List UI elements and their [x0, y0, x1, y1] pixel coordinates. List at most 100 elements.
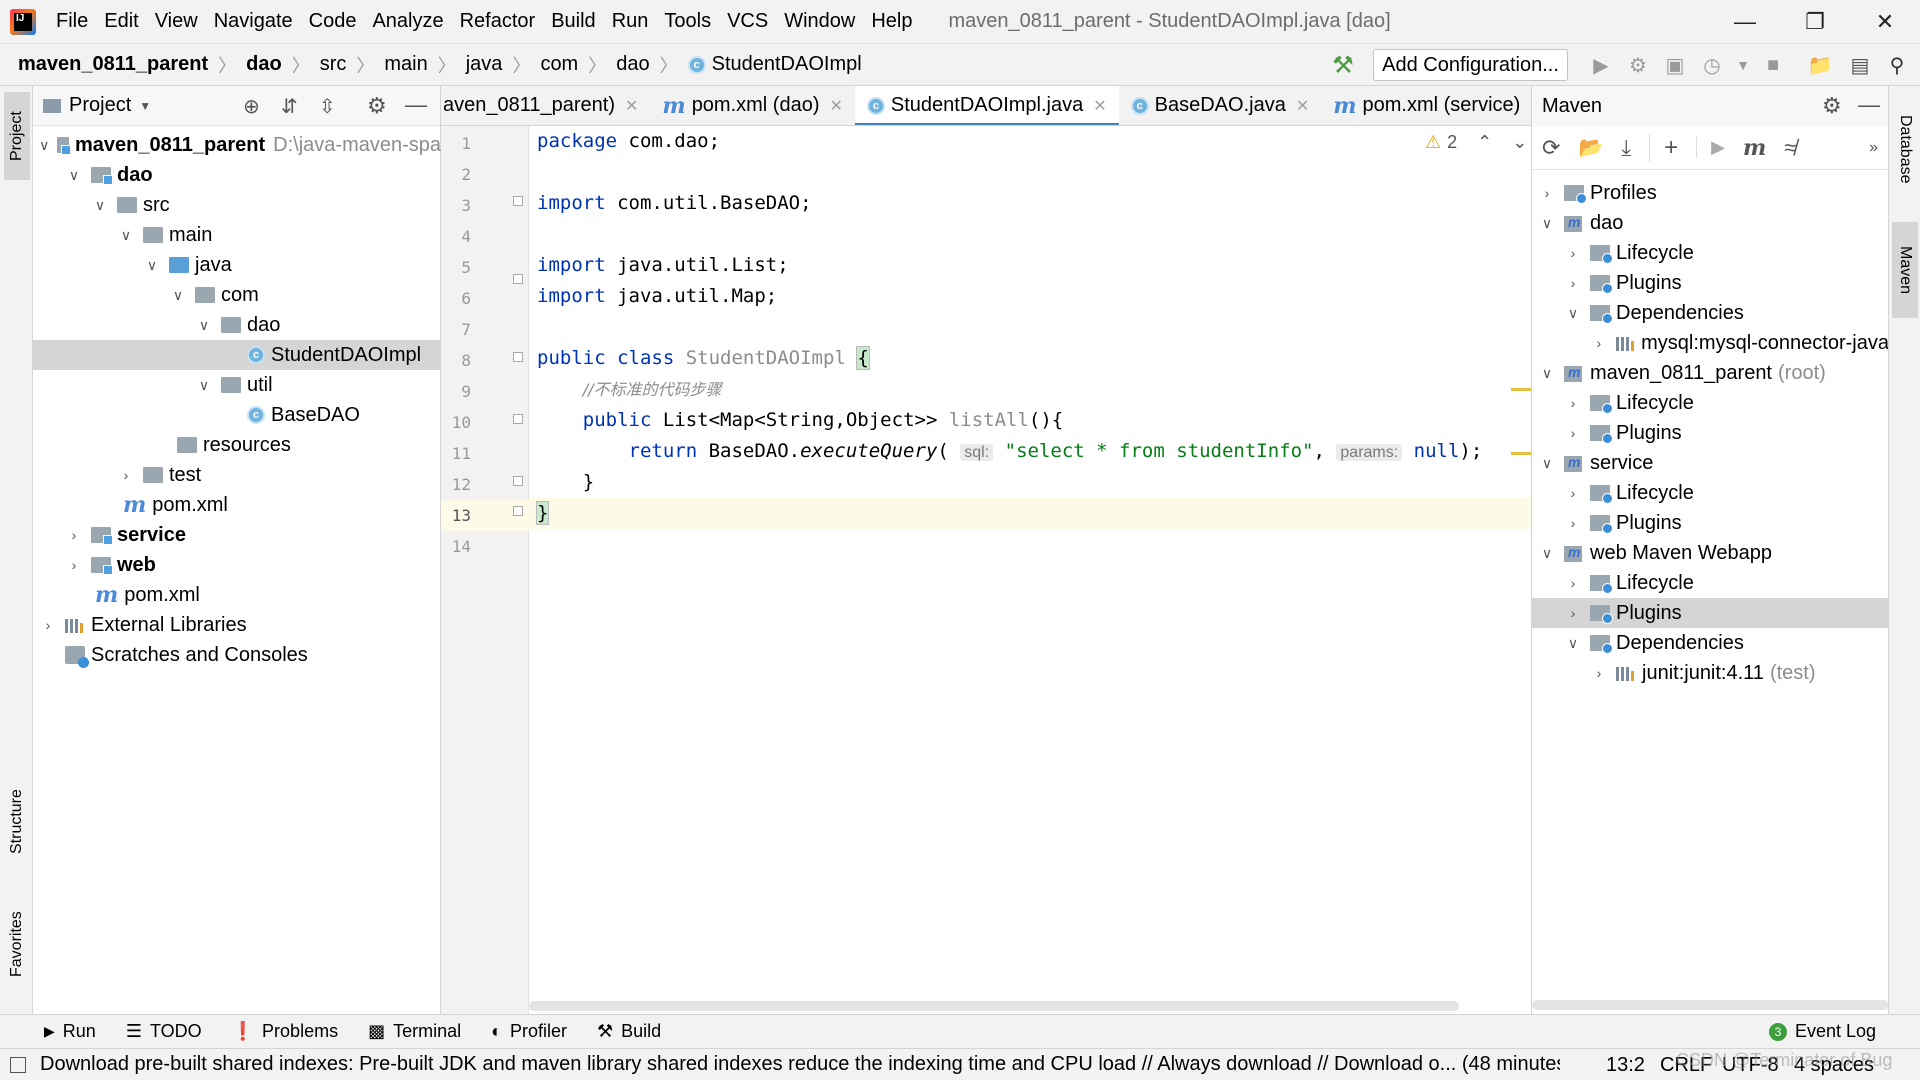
maven-item-web[interactable]: ∨ web Maven Webapp: [1532, 538, 1889, 568]
menu-view[interactable]: View: [147, 0, 206, 43]
code-editor[interactable]: package com.dao; import com.util.BaseDAO…: [529, 126, 1531, 1014]
horizontal-scrollbar[interactable]: [529, 1001, 1459, 1011]
chevron-right-icon[interactable]: ›: [1564, 424, 1582, 442]
maven-item-dao-lifecycle[interactable]: › Lifecycle: [1532, 238, 1889, 268]
maven-item-service-plugins[interactable]: › Plugins: [1532, 508, 1889, 538]
toggle-tool-windows-icon[interactable]: [10, 1057, 26, 1073]
tree-item-main[interactable]: ∨ main: [33, 220, 441, 250]
chevron-down-icon[interactable]: ∨: [195, 376, 213, 394]
chevron-right-icon[interactable]: ›: [65, 526, 83, 544]
tree-item-pom-root[interactable]: m pom.xml: [33, 580, 441, 610]
breadcrumb-class[interactable]: c StudentDAOImpl: [687, 53, 862, 76]
project-structure-icon[interactable]: 📁: [1807, 52, 1833, 78]
hide-panel-icon[interactable]: —: [405, 92, 427, 118]
more-actions-icon[interactable]: »: [1869, 139, 1878, 157]
inspection-widget[interactable]: ⚠ 2 ⌃ ⌄: [1425, 132, 1527, 153]
menu-vcs[interactable]: VCS: [719, 0, 776, 43]
add-icon[interactable]: +: [1649, 133, 1678, 162]
menu-window[interactable]: Window: [776, 0, 863, 43]
maven-item-dao[interactable]: ∨ dao: [1532, 208, 1889, 238]
fold-marker-icon[interactable]: [513, 196, 523, 206]
chevron-down-icon[interactable]: ∨: [1538, 454, 1556, 472]
chevron-right-icon[interactable]: ›: [1590, 664, 1608, 682]
breadcrumb-dao[interactable]: dao: [616, 53, 649, 76]
menu-help[interactable]: Help: [863, 0, 920, 43]
breadcrumb-src[interactable]: src: [320, 53, 347, 76]
tree-item-com[interactable]: ∨ com: [33, 280, 441, 310]
maven-tool-tab[interactable]: Maven: [1892, 222, 1918, 318]
menu-tools[interactable]: Tools: [656, 0, 719, 43]
expand-all-icon[interactable]: ⇵: [281, 94, 298, 119]
chevron-down-icon[interactable]: ∨: [65, 166, 83, 184]
maven-item-profiles[interactable]: › Profiles: [1532, 178, 1889, 208]
menu-refactor[interactable]: Refactor: [452, 0, 544, 43]
horizontal-scrollbar[interactable]: [1532, 1000, 1889, 1010]
run-icon[interactable]: ▶: [1588, 52, 1614, 78]
tree-item-dao-package[interactable]: ∨ dao: [33, 310, 441, 340]
fold-marker-icon[interactable]: [513, 414, 523, 424]
chevron-right-icon[interactable]: ›: [65, 556, 83, 574]
fold-marker-icon[interactable]: [513, 274, 523, 284]
chevron-right-icon[interactable]: ›: [1590, 334, 1608, 352]
chevron-right-icon[interactable]: ›: [1564, 484, 1582, 502]
download-icon[interactable]: ⤓: [1621, 135, 1631, 161]
chevron-down-icon[interactable]: ∨: [1564, 304, 1582, 322]
more-run-options-icon[interactable]: ▼: [1730, 52, 1756, 78]
close-window-icon[interactable]: ✕: [1854, 0, 1916, 43]
menu-file[interactable]: File: [48, 0, 96, 43]
maven-item-service-lifecycle[interactable]: › Lifecycle: [1532, 478, 1889, 508]
tab-studentdaoimpl[interactable]: c StudentDAOImpl.java ✕: [854, 86, 1119, 125]
coverage-icon[interactable]: ▣: [1662, 52, 1688, 78]
maven-item-junit-dependency[interactable]: › junit:junit:4.11 (test): [1532, 658, 1889, 688]
tree-item-dao-module[interactable]: ∨ dao: [33, 160, 441, 190]
tree-item-project-root[interactable]: ∨ maven_0811_parent D:\java-maven-spa: [33, 130, 441, 160]
chevron-right-icon[interactable]: ›: [1564, 574, 1582, 592]
chevron-right-icon[interactable]: ›: [1564, 394, 1582, 412]
tree-item-pom-dao[interactable]: m pom.xml: [33, 490, 441, 520]
maven-item-web-lifecycle[interactable]: › Lifecycle: [1532, 568, 1889, 598]
chevron-down-icon[interactable]: ∨: [1538, 214, 1556, 232]
menu-run[interactable]: Run: [604, 0, 657, 43]
chevron-down-icon[interactable]: ∨: [1564, 634, 1582, 652]
maven-item-web-plugins[interactable]: › Plugins: [1532, 598, 1889, 628]
build-tool-button[interactable]: ⚒ Build: [597, 1021, 661, 1042]
maven-item-dao-dependencies[interactable]: ∨ Dependencies: [1532, 298, 1889, 328]
caret-position[interactable]: 13:2: [1606, 1054, 1645, 1077]
tree-item-src[interactable]: ∨ src: [33, 190, 441, 220]
terminal-tool-button[interactable]: ▩ Terminal: [368, 1021, 461, 1042]
add-configuration-button[interactable]: Add Configuration...: [1373, 49, 1568, 81]
profiler-tool-button[interactable]: ◐ Profiler: [491, 1021, 567, 1042]
chevron-down-icon[interactable]: ∨: [1538, 544, 1556, 562]
favorites-tool-tab[interactable]: Favorites: [4, 894, 30, 994]
tab-pom-dao[interactable]: m pom.xml (dao) ✕: [650, 86, 855, 125]
stop-icon[interactable]: ■: [1760, 52, 1786, 78]
breadcrumb-com[interactable]: com: [540, 53, 578, 76]
tree-item-util[interactable]: ∨ util: [33, 370, 441, 400]
hide-panel-icon[interactable]: —: [1858, 92, 1880, 118]
chevron-down-icon[interactable]: ▼: [139, 99, 151, 113]
status-message[interactable]: Download pre-built shared indexes: Pre-b…: [40, 1053, 1560, 1076]
chevron-right-icon[interactable]: ›: [1564, 274, 1582, 292]
chevron-right-icon[interactable]: ›: [117, 466, 135, 484]
chevron-right-icon[interactable]: ›: [1538, 184, 1556, 202]
fold-marker-icon[interactable]: [513, 506, 523, 516]
tree-item-service-module[interactable]: › service: [33, 520, 441, 550]
code-with-me-icon[interactable]: ▤: [1847, 52, 1873, 78]
close-icon[interactable]: ✕: [625, 96, 638, 116]
tree-item-external-libraries[interactable]: › External Libraries: [33, 610, 441, 640]
tree-item-test[interactable]: › test: [33, 460, 441, 490]
run-tool-button[interactable]: ▶ Run: [44, 1021, 96, 1042]
tree-item-studentdaoimpl[interactable]: c StudentDAOImpl: [33, 340, 441, 370]
chevron-down-icon[interactable]: ∨: [169, 286, 187, 304]
debug-icon[interactable]: ⚙: [1625, 52, 1651, 78]
tree-item-web-module[interactable]: › web: [33, 550, 441, 580]
reload-icon[interactable]: ⟳: [1542, 135, 1560, 161]
menu-navigate[interactable]: Navigate: [206, 0, 301, 43]
toggle-offline-icon[interactable]: ≉: [1784, 135, 1796, 161]
breadcrumb-module[interactable]: dao: [246, 53, 282, 76]
todo-tool-button[interactable]: ☰ TODO: [126, 1021, 202, 1042]
reimport-folder-icon[interactable]: 📂: [1578, 135, 1603, 160]
build-hammer-icon[interactable]: ⚒: [1330, 52, 1356, 79]
chevron-down-icon[interactable]: ∨: [195, 316, 213, 334]
settings-gear-icon[interactable]: ⚙: [367, 93, 387, 119]
